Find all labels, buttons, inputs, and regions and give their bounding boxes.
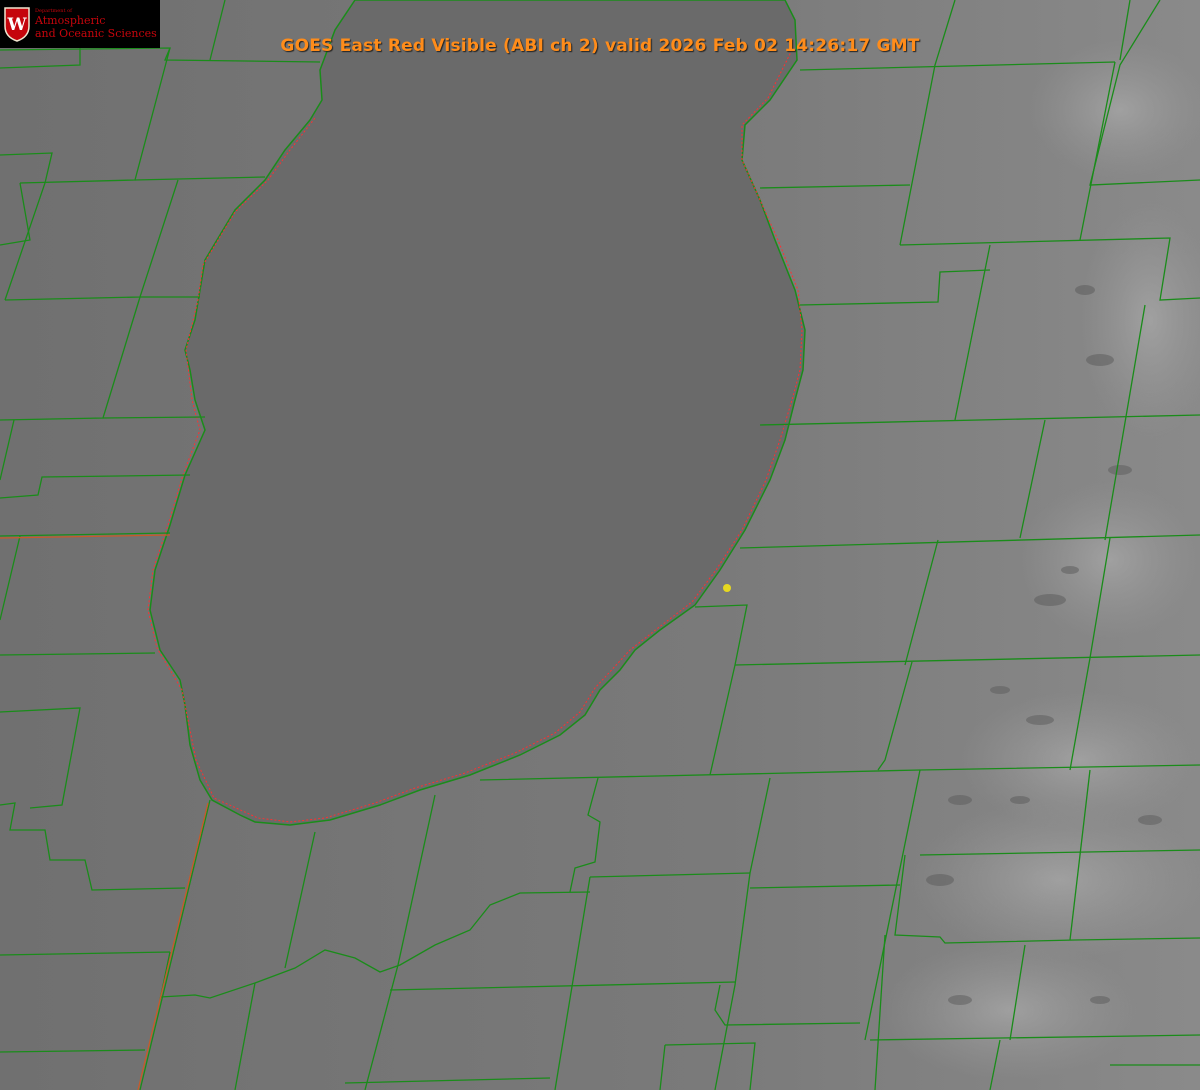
- image-title: GOES East Red Visible (ABI ch 2) valid 2…: [280, 36, 920, 56]
- satellite-map: [0, 0, 1200, 1090]
- logo-line1: Atmospheric: [35, 14, 106, 27]
- location-dot: [723, 584, 731, 592]
- crest-letter: W: [6, 15, 27, 35]
